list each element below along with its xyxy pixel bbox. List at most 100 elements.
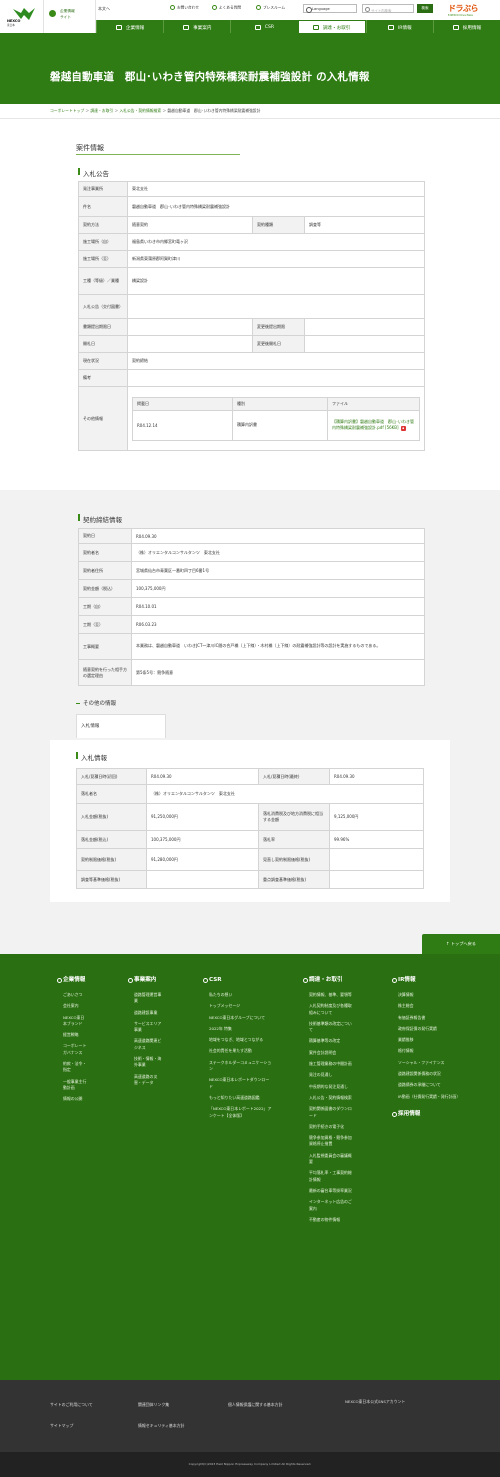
footer-link[interactable]: NEXCO東日本ブランド — [57, 1015, 87, 1028]
footer-link[interactable]: 2022年 特集 — [203, 1026, 273, 1032]
footer-link[interactable]: 格付情報 — [392, 1048, 464, 1054]
footer-link[interactable]: 道路建設関係債務の状況 — [392, 1071, 464, 1077]
footer-link[interactable]: 契約関係図書のダウンロード — [303, 1106, 353, 1119]
person-icon — [452, 25, 459, 30]
row-value: 100,375,000円 — [146, 830, 259, 849]
corporate-site-switch[interactable]: 企業情報 サイト — [44, 0, 96, 33]
row-value: 橋梁設計 — [127, 267, 425, 295]
footer-bottom-link[interactable]: サイトマップ — [50, 1423, 73, 1429]
footer-link[interactable]: 入札公告・契約情報検索 — [303, 1095, 353, 1101]
footer-link[interactable]: 高速道路関連ビジネス — [128, 1038, 162, 1051]
footer-link[interactable]: 政府保証債の発行実績 — [392, 1026, 464, 1032]
footer-link[interactable]: 業績推移 — [392, 1037, 464, 1043]
file-link[interactable]: 【積算内訳書】磐越自動車道 郡山･いわき管内特殊橋梁耐震補強設計.pdf [56… — [327, 409, 420, 441]
footer-link[interactable]: コーポレートガバナンス — [57, 1043, 87, 1056]
pressroom-link[interactable]: プレスルーム — [256, 5, 285, 11]
row-value: 東北支社 — [127, 181, 425, 197]
footer-link[interactable]: 私たちの想い — [203, 992, 273, 998]
footer-link[interactable]: 道路建設事業 — [128, 1010, 162, 1016]
footer-bottom-link[interactable]: 関連団体リンク集 — [138, 1402, 169, 1408]
footer-link[interactable]: 技術基準類の改定について — [303, 1021, 353, 1034]
back-to-top-label: トップへ戻る — [450, 941, 476, 946]
row-label: 入札/見積日時(最終) — [258, 768, 330, 785]
footer-col-title[interactable]: 事業案内 — [128, 976, 162, 984]
footer-link[interactable]: 情報の公開 — [57, 1096, 87, 1102]
breadcrumb-top[interactable]: コーポレートトップ — [50, 108, 84, 113]
footer-link[interactable]: 有価証券報告書 — [392, 1015, 464, 1021]
breadcrumb-search[interactable]: 入札公告・契約情報検索 — [119, 108, 161, 113]
table-row: 契約制限価格(税抜) 91,280,000円 見直し契約制限価格(税抜) — [76, 848, 424, 871]
row-label: 落札金額(税込) — [76, 830, 147, 849]
footer-link[interactable]: 中長期的な発注見通し — [303, 1084, 353, 1090]
skip-to-content-link[interactable]: 本文へ — [98, 6, 110, 12]
table-row: 施工場所（至） 新潟県東蒲原郡阿賀町津川 — [78, 250, 425, 268]
table-row: その他情報 掲載日 種別 ファイル R04.12.14 積算内訳書 【積算内訳書】磐越自… — [78, 386, 425, 451]
footer-link[interactable]: 「NEXCO東日本レポート2022」アンケート【全体版】 — [203, 1106, 273, 1119]
back-to-top-button[interactable]: ↑ トップへ戻る — [422, 934, 500, 954]
drapura-link[interactable]: ドラぷら E-NEXCO Drive Plaza — [448, 3, 488, 19]
nav-ir-label: IR情報 — [397, 25, 412, 31]
footer-link[interactable]: 経営戦略 — [57, 1032, 87, 1038]
footer-col-title[interactable]: CSR — [203, 976, 273, 984]
footer-link[interactable]: 株主総会 — [392, 1003, 464, 1009]
nyusatsu-table: 入札/見積日時(初回) R04.09.30 入札/見積日時(最終) R04.09.30… — [76, 768, 424, 889]
footer-link[interactable]: トップメッセージ — [203, 1003, 273, 1009]
footer-col-title[interactable]: IR情報 — [392, 976, 464, 984]
table-row: 備考 — [78, 369, 425, 387]
footer-link[interactable]: 平均落札率・工事契約総計情報 — [303, 1170, 353, 1183]
footer-col-title[interactable]: 調達・お取引 — [303, 976, 353, 984]
footer-bottom-link[interactable]: サイトのご利用について — [50, 1402, 93, 1408]
footer-link[interactable]: 技術・情報・海外事業 — [128, 1056, 162, 1069]
contact-link[interactable]: お問い合わせ — [170, 5, 199, 11]
search-input[interactable]: サイト内検索 — [362, 4, 414, 13]
footer-link[interactable]: 施工管理業務の中間計画 — [303, 1061, 353, 1067]
footer-link[interactable]: NEXCO東日本グループについて — [203, 1015, 273, 1021]
case-heading-underline — [76, 154, 240, 155]
footer-link[interactable]: 会社案内 — [57, 1003, 87, 1009]
footer-link[interactable]: ソーシャル・ファイナンス — [392, 1060, 464, 1066]
language-select[interactable]: Language — [303, 4, 357, 13]
footer-link[interactable]: 地域をつなぎ、地域とつながる — [203, 1037, 273, 1043]
footer-link[interactable]: 一般事業主行動計画 — [57, 1079, 87, 1092]
footer-link[interactable]: 契約情報、基準、要領等 — [303, 992, 353, 998]
footer-link[interactable]: 最新の審台車等掛率業況 — [303, 1188, 353, 1194]
footer-link[interactable]: 発注の見通し — [303, 1072, 353, 1078]
footer-link[interactable]: もっと知りたい高速道路図鑑 — [203, 1095, 273, 1101]
footer-link[interactable]: 道路債券の承継について — [392, 1082, 464, 1088]
footer-link[interactable]: 約款・法令・指定 — [57, 1061, 87, 1074]
footer-link[interactable]: ステークホルダーコミュニケーション — [203, 1060, 273, 1073]
footer-link[interactable]: 高速道路の災害・データ — [128, 1074, 162, 1087]
faq-link[interactable]: よくある質問 — [212, 5, 241, 11]
footer-link[interactable]: 積算基準等の改定 — [303, 1038, 353, 1044]
footer-bottom-link[interactable]: 情報セキュリティ基本方針 — [138, 1423, 184, 1429]
footer-link[interactable]: 契約手続きの電子化 — [303, 1124, 353, 1130]
row-label: 調査等基準価格(税抜) — [76, 870, 147, 889]
footer-link[interactable]: 社会的責任を果たす活動 — [203, 1048, 273, 1054]
search-button[interactable]: 検索 — [417, 4, 433, 13]
site-logo[interactable]: NEXCO 東日本 — [0, 0, 44, 33]
footer-link[interactable]: 案件会計説明会 — [303, 1050, 353, 1056]
footer-link[interactable]: 道路管理運営事業 — [128, 992, 162, 1005]
row-label: 随意契約を行った相手方の選定理由 — [78, 659, 132, 686]
table-row: 工種（等級）／業種 橋梁設計 — [78, 267, 425, 295]
tab-bid-info[interactable]: 入札情報 — [76, 714, 166, 738]
footer-link[interactable]: IR動画（社債発行実績・発行計画） — [392, 1094, 464, 1100]
page-hero: 磐越自動車道 郡山･いわき管内特殊橋梁耐震補強設計 の入札情報 — [0, 33, 500, 104]
table-row: 契約方法 随意契約 契約種類 調査等 — [78, 216, 425, 234]
footer-link[interactable]: ごあいさつ — [57, 992, 87, 998]
footer-link[interactable]: 決算情報 — [392, 992, 464, 998]
footer-bottom-link[interactable]: 個人情報保護に関する基本方針 — [228, 1402, 282, 1408]
table-row: 工期（自） R04.10.01 — [78, 597, 425, 616]
footer-col-title[interactable]: 企業情報 — [57, 976, 87, 984]
footer-col-title[interactable]: 採用情報 — [392, 1110, 464, 1118]
footer-link[interactable]: インターネット広告のご案内 — [303, 1199, 353, 1212]
footer-link[interactable]: 入札監視委員会の審議概要 — [303, 1153, 353, 1166]
footer-link[interactable]: NEXCO東日本レポートダウンロード — [203, 1077, 273, 1090]
footer-link[interactable]: 競争参加資格・競争参加資格停止措置 — [303, 1135, 353, 1148]
breadcrumb-procurement[interactable]: 調達・お取引 — [90, 108, 113, 113]
row-label: 備考 — [78, 369, 128, 387]
footer-link[interactable]: 入札契約制度及び各種取組みについて — [303, 1003, 353, 1016]
footer-link[interactable]: サービスエリア事業 — [128, 1021, 162, 1034]
nav-business-label: 事業案内 — [193, 25, 212, 31]
footer-link[interactable]: 不動産の物件情報 — [303, 1217, 353, 1223]
